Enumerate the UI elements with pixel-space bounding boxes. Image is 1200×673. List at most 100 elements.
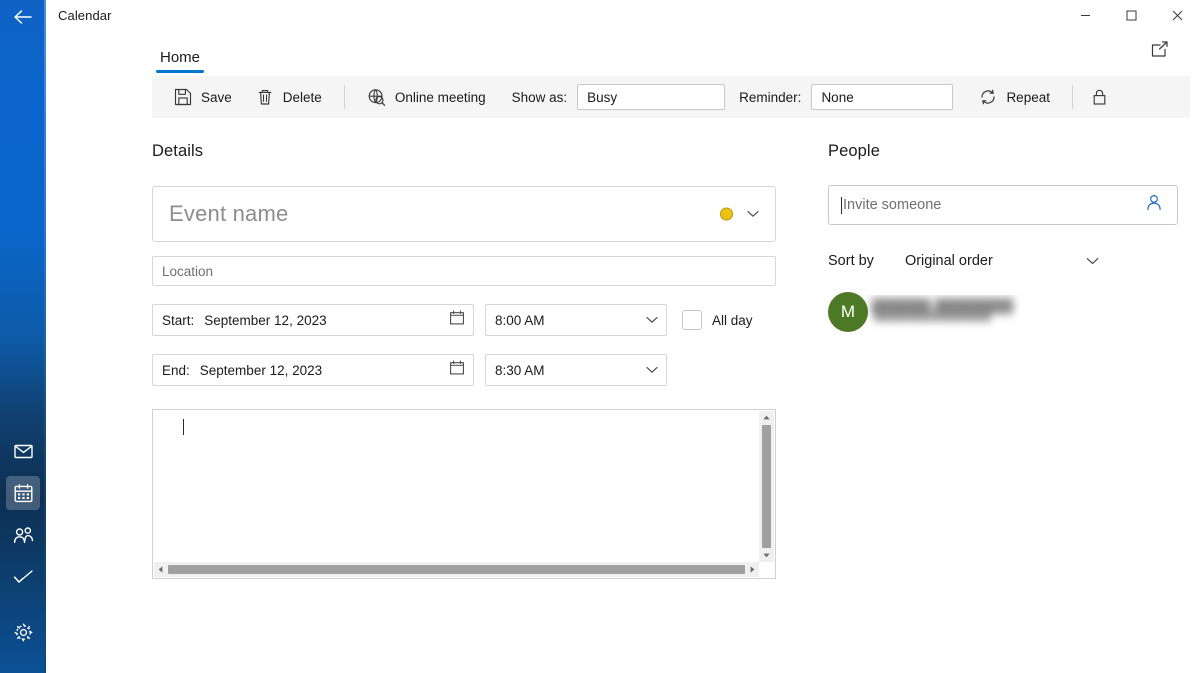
checkmark-icon (13, 569, 33, 583)
tab-active-indicator (156, 70, 205, 73)
start-date-input[interactable]: Start: September 12, 2023 (152, 304, 474, 336)
back-arrow-icon (14, 10, 32, 24)
mail-icon (13, 444, 33, 458)
title-bar: Calendar (46, 0, 1200, 30)
end-date-value: September 12, 2023 (199, 362, 323, 378)
sidebar-item-people[interactable] (6, 518, 40, 552)
invite-input[interactable]: Invite someone (828, 185, 1178, 225)
end-time-chevron[interactable] (646, 361, 658, 379)
person-add-button[interactable] (1145, 194, 1163, 217)
close-button[interactable] (1154, 0, 1200, 30)
repeat-label: Repeat (1006, 89, 1050, 105)
sidebar-item-mail[interactable] (6, 434, 40, 468)
start-date-picker-button[interactable] (449, 310, 465, 331)
location-input[interactable]: Location (152, 256, 776, 286)
sidebar-item-todo[interactable] (6, 560, 40, 594)
attendee-email: ██████████████ (874, 310, 992, 322)
invite-placeholder: Invite someone (843, 197, 942, 213)
calendar-picker-icon (450, 360, 464, 375)
reminder-value: None (821, 89, 854, 105)
event-name-placeholder: Event name (169, 201, 289, 226)
notes-vertical-scrollbar[interactable] (759, 411, 774, 562)
repeat-button[interactable]: Repeat (967, 81, 1062, 113)
sidebar-item-calendar[interactable] (6, 476, 40, 510)
private-button[interactable] (1083, 81, 1117, 113)
chevron-down-icon (646, 367, 658, 373)
scroll-right-arrow-icon[interactable] (746, 566, 759, 573)
start-label: Start: (162, 312, 195, 328)
reminder-input[interactable]: None (811, 84, 954, 110)
people-panel: People Invite someone Sort by Original o… (786, 142, 1186, 579)
delete-button[interactable]: Delete (244, 81, 334, 113)
all-day-label: All day (712, 312, 753, 328)
details-panel: Details Event name Location Start: Septe… (46, 142, 786, 579)
minimize-button[interactable] (1062, 0, 1108, 30)
calendar-picker-icon (450, 310, 464, 325)
ribbon-divider (343, 85, 345, 109)
end-label: End: (162, 362, 190, 378)
close-icon (1172, 10, 1182, 20)
save-floppy-icon (174, 88, 192, 106)
maximize-icon (1126, 10, 1136, 20)
all-day-checkbox-box (682, 310, 702, 330)
sidebar-item-settings[interactable] (6, 615, 40, 649)
horizontal-scroll-thumb[interactable] (168, 565, 745, 574)
back-button[interactable] (9, 4, 37, 30)
delete-label: Delete (282, 89, 322, 105)
sort-by-value[interactable]: Original order (905, 253, 993, 269)
scroll-down-arrow-icon[interactable] (763, 549, 770, 562)
sort-by-dropdown[interactable] (1086, 252, 1099, 270)
start-time-value: 8:00 AM (495, 312, 545, 328)
maximize-button[interactable] (1108, 0, 1154, 30)
reminder-label: Reminder: (739, 89, 802, 105)
end-date-input[interactable]: End: September 12, 2023 (152, 354, 474, 386)
show-as-input[interactable]: Busy (577, 84, 726, 110)
show-as-label: Show as: (511, 89, 568, 105)
save-button[interactable]: Save (162, 81, 244, 113)
show-as-value: Busy (587, 89, 618, 105)
open-in-new-window-button[interactable] (1146, 36, 1174, 64)
globe-meeting-icon (368, 88, 386, 106)
content-area: Details Event name Location Start: Septe… (46, 118, 1200, 579)
end-date-picker-button[interactable] (449, 360, 465, 381)
rail-icon-list (0, 434, 46, 649)
calendar-color-swatch[interactable] (720, 207, 733, 221)
online-meeting-button[interactable]: Online meeting (355, 81, 498, 113)
save-label: Save (201, 89, 232, 105)
start-time-select[interactable]: 8:00 AM (485, 304, 667, 336)
window-controls (1062, 0, 1200, 30)
scroll-up-arrow-icon[interactable] (763, 411, 770, 424)
left-navigation-rail (0, 0, 46, 673)
trash-icon (258, 90, 272, 105)
open-in-new-window-icon (1151, 41, 1168, 57)
gear-icon (14, 623, 32, 641)
tab-home-label: Home (160, 49, 201, 66)
invite-text-cursor (841, 196, 842, 214)
online-meeting-label: Online meeting (394, 89, 486, 105)
person-add-icon (1147, 195, 1161, 211)
minimize-icon (1080, 14, 1090, 16)
sort-by-row: Sort by Original order (828, 252, 1186, 270)
notes-editor[interactable] (152, 409, 776, 579)
color-dot-icon (720, 207, 733, 221)
all-day-checkbox[interactable]: All day (682, 310, 753, 330)
details-heading: Details (152, 142, 204, 160)
repeat-icon (981, 89, 996, 105)
end-row: End: September 12, 2023 8:30 AM (152, 354, 786, 386)
scroll-left-arrow-icon[interactable] (154, 566, 167, 573)
calendar-app-window: Calendar Home Save Delete Online meeting… (0, 0, 1200, 673)
start-time-chevron[interactable] (646, 311, 658, 329)
chevron-down-icon (1086, 258, 1099, 264)
tab-strip: Home (46, 30, 1200, 76)
vertical-scroll-thumb[interactable] (762, 425, 771, 548)
event-name-input[interactable]: Event name (152, 186, 776, 242)
end-time-select[interactable]: 8:30 AM (485, 354, 667, 386)
attendee-name-redacted: ██████ ████████ ██████████████ (862, 295, 1022, 329)
notes-horizontal-scrollbar[interactable] (154, 562, 759, 577)
people-heading: People (828, 142, 880, 160)
tab-home[interactable]: Home (156, 49, 205, 76)
attendee-list-item[interactable]: M ██████ ████████ ██████████████ (828, 292, 1186, 332)
location-placeholder: Location (162, 263, 214, 279)
end-time-value: 8:30 AM (495, 362, 545, 378)
calendar-color-dropdown[interactable] (747, 205, 759, 223)
